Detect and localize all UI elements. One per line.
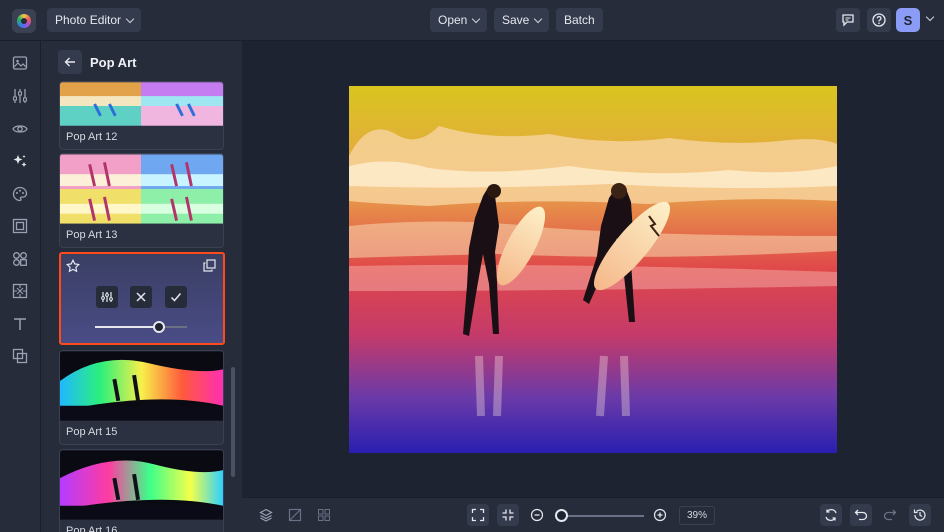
apply-effect-button[interactable]	[165, 286, 187, 308]
effect-card-label: Pop Art 13	[66, 229, 118, 241]
effect-thumbnail	[60, 450, 223, 520]
open-label: Open	[438, 13, 468, 27]
texture-icon[interactable]	[11, 282, 29, 300]
eye-icon[interactable]	[11, 120, 29, 138]
layers-button[interactable]	[255, 504, 277, 526]
cancel-effect-button[interactable]	[130, 286, 152, 308]
actual-size-button[interactable]	[497, 504, 519, 526]
star-icon[interactable]	[66, 259, 80, 273]
image-icon[interactable]	[11, 54, 29, 72]
panel-header: Pop Art	[58, 50, 136, 74]
app-menu-label: Photo Editor	[55, 13, 122, 27]
close-icon	[136, 292, 146, 302]
avatar[interactable]: S	[896, 8, 920, 32]
effect-thumbnail	[60, 154, 223, 224]
top-bar: Photo Editor Open Save Batch S	[0, 0, 944, 41]
grid-icon	[318, 509, 330, 521]
effect-settings-button[interactable]	[96, 286, 118, 308]
help-icon	[872, 13, 886, 27]
redo-icon	[883, 509, 897, 521]
open-button[interactable]: Open	[430, 8, 488, 32]
zoom-out-button[interactable]	[526, 504, 548, 526]
logo-icon	[17, 14, 31, 28]
chevron-down-icon[interactable]	[925, 12, 935, 22]
batch-button[interactable]: Batch	[556, 8, 603, 32]
effects-panel: Pop Art Pop Art 12 Pop Art 13 Pop Art 15…	[41, 41, 242, 532]
effects-icon[interactable]	[11, 152, 29, 170]
text-icon[interactable]	[11, 315, 29, 333]
zoom-in-icon	[653, 508, 667, 522]
compare-icon	[288, 508, 302, 522]
history-button[interactable]	[909, 504, 931, 526]
duplicate-icon[interactable]	[203, 259, 216, 272]
panel-title: Pop Art	[90, 54, 137, 70]
reset-button[interactable]	[820, 504, 842, 526]
zoom-out-icon	[530, 508, 544, 522]
shapes-icon[interactable]	[11, 250, 29, 268]
app-menu-button[interactable]: Photo Editor	[47, 8, 142, 32]
adjustments-icon[interactable]	[11, 87, 29, 105]
undo-button[interactable]	[850, 504, 872, 526]
refresh-icon	[825, 508, 837, 522]
effect-card-pop-art-13[interactable]: Pop Art 13	[59, 153, 224, 248]
frame-icon[interactable]	[11, 217, 29, 235]
surfers-photo	[349, 86, 837, 453]
undo-icon	[854, 509, 868, 521]
effect-card-label: Pop Art 12	[66, 131, 118, 143]
effect-card-pop-art-16[interactable]: Pop Art 16	[59, 449, 224, 532]
history-icon	[913, 509, 926, 521]
check-icon	[170, 293, 182, 302]
effect-card-pop-art-15[interactable]: Pop Art 15	[59, 350, 224, 445]
palette-icon[interactable]	[11, 185, 29, 203]
save-button[interactable]: Save	[494, 8, 550, 32]
layers-icon	[259, 508, 273, 522]
zoom-in-button[interactable]	[649, 504, 671, 526]
grid-button[interactable]	[313, 504, 335, 526]
effect-card-label: Pop Art 15	[66, 426, 118, 438]
fit-screen-button[interactable]	[467, 504, 489, 526]
arrow-left-icon	[64, 57, 75, 67]
effect-thumbnail	[60, 351, 223, 421]
expand-icon	[471, 508, 485, 522]
panel-scrollbar[interactable]	[231, 367, 235, 477]
feedback-button[interactable]	[836, 8, 860, 32]
zoom-slider-track[interactable]	[560, 515, 644, 517]
overlay-icon[interactable]	[11, 347, 29, 365]
chat-icon	[842, 14, 854, 27]
chevron-down-icon	[125, 14, 135, 23]
redo-button[interactable]	[879, 504, 901, 526]
chevron-down-icon	[534, 14, 543, 23]
bottom-bar: 39%	[242, 497, 944, 532]
back-button[interactable]	[58, 50, 82, 74]
edited-photo[interactable]	[349, 86, 837, 453]
save-label: Save	[502, 13, 530, 27]
intensity-slider-fill	[95, 326, 159, 328]
effect-thumbnail	[60, 82, 223, 126]
help-button[interactable]	[867, 8, 891, 32]
collapse-icon	[502, 509, 514, 521]
effect-card-pop-art-12[interactable]: Pop Art 12	[59, 81, 224, 150]
effect-card-label: Pop Art 16	[66, 525, 118, 532]
app-logo[interactable]	[12, 9, 36, 33]
sliders-icon	[101, 292, 113, 302]
left-rail	[0, 41, 41, 532]
compare-button[interactable]	[284, 504, 306, 526]
intensity-slider-handle[interactable]	[153, 321, 165, 333]
zoom-slider-handle[interactable]	[555, 509, 568, 522]
batch-label: Batch	[564, 13, 595, 27]
zoom-value[interactable]: 39%	[679, 506, 715, 525]
selected-effect-card[interactable]	[59, 252, 225, 345]
chevron-down-icon	[472, 14, 481, 23]
